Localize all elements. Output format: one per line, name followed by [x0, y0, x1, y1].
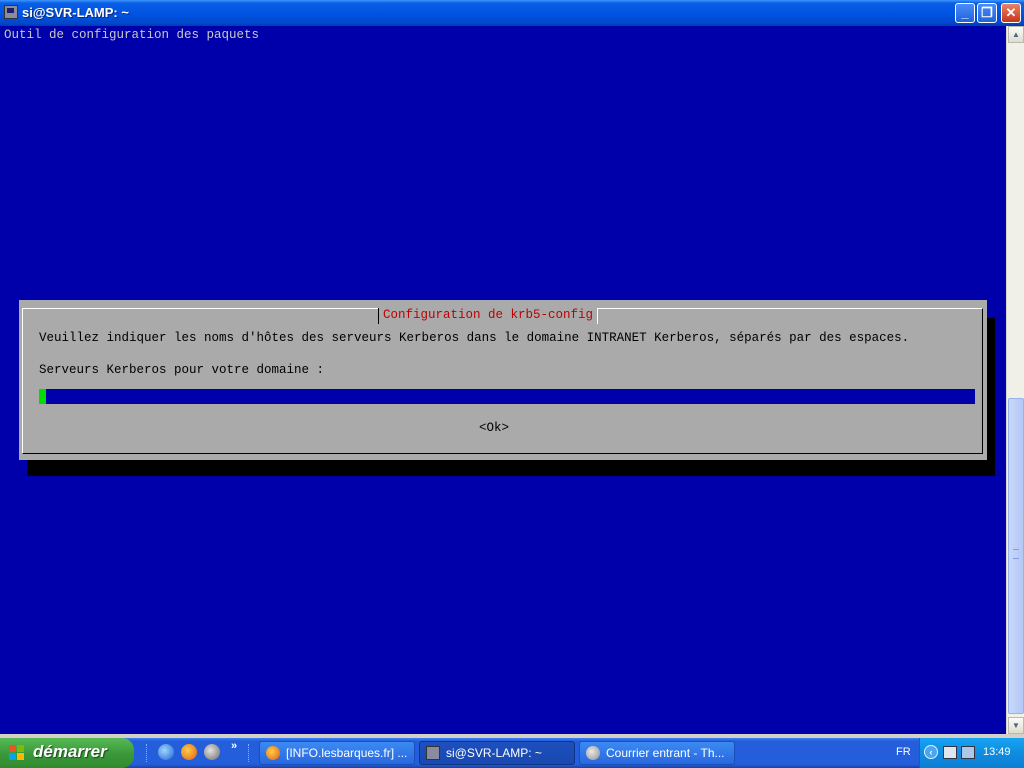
language-indicator[interactable]: FR: [896, 746, 911, 758]
monitor-icon[interactable]: [943, 746, 957, 759]
quicklaunch-more-icon[interactable]: »: [231, 740, 237, 752]
quicklaunch-app-icon[interactable]: [204, 744, 220, 760]
tray-expand-chevron-icon[interactable]: ‹: [924, 745, 938, 759]
task-thunderbird[interactable]: Courrier entrant - Th...: [579, 741, 735, 765]
firefox-icon[interactable]: [181, 744, 197, 760]
task-label: Courrier entrant - Th...: [606, 746, 725, 760]
restore-button[interactable]: ❐: [977, 3, 997, 23]
ok-button[interactable]: <Ok>: [479, 421, 509, 435]
scrollbar-thumb[interactable]: [1008, 398, 1024, 714]
dialog-message: Veuillez indiquer les noms d'hôtes des s…: [39, 331, 910, 345]
dialog-frame: Configuration de krb5-config Veuillez in…: [22, 308, 983, 454]
text-cursor: [39, 389, 46, 404]
kerberos-servers-label: Serveurs Kerberos pour votre domaine :: [39, 363, 325, 377]
taskbar: démarrer » [INFO.lesbarques.fr] ... si@S…: [0, 738, 1024, 768]
kerberos-servers-input[interactable]: [39, 389, 975, 404]
close-button[interactable]: ✕: [1001, 3, 1021, 23]
quicklaunch-separator: [146, 744, 149, 762]
terminal-area[interactable]: Outil de configuration des paquets Confi…: [0, 26, 1006, 734]
config-dialog: Configuration de krb5-config Veuillez in…: [19, 300, 987, 460]
window-titlebar[interactable]: si@SVR-LAMP: ~ _ ❐ ✕: [0, 0, 1024, 26]
minimize-button[interactable]: _: [955, 3, 975, 23]
task-firefox[interactable]: [INFO.lesbarques.fr] ...: [259, 741, 415, 765]
terminal-app-icon[interactable]: [4, 5, 18, 19]
start-label: démarrer: [33, 742, 107, 761]
dialog-title: Configuration de krb5-config: [378, 308, 599, 324]
taskbar-separator: [248, 744, 251, 762]
terminal-icon: [426, 746, 440, 760]
window-title: si@SVR-LAMP: ~: [22, 5, 129, 20]
start-button[interactable]: démarrer: [0, 738, 134, 768]
firefox-icon: [266, 746, 280, 760]
internet-explorer-icon[interactable]: [158, 744, 174, 760]
windows-logo-icon: [9, 745, 25, 761]
network-icon[interactable]: [961, 746, 975, 759]
clock[interactable]: 13:49: [983, 746, 1011, 758]
task-label: si@SVR-LAMP: ~: [446, 746, 542, 760]
mail-icon: [586, 746, 600, 760]
scroll-up-arrow-icon[interactable]: ▲: [1008, 26, 1024, 43]
terminal-header-text: Outil de configuration des paquets: [4, 28, 260, 42]
task-terminal[interactable]: si@SVR-LAMP: ~: [419, 741, 575, 765]
system-tray: ‹ 13:49: [919, 738, 1024, 768]
task-label: [INFO.lesbarques.fr] ...: [286, 746, 408, 760]
scroll-down-arrow-icon[interactable]: ▼: [1008, 717, 1024, 734]
vertical-scrollbar[interactable]: ▲ ▼: [1006, 26, 1024, 734]
